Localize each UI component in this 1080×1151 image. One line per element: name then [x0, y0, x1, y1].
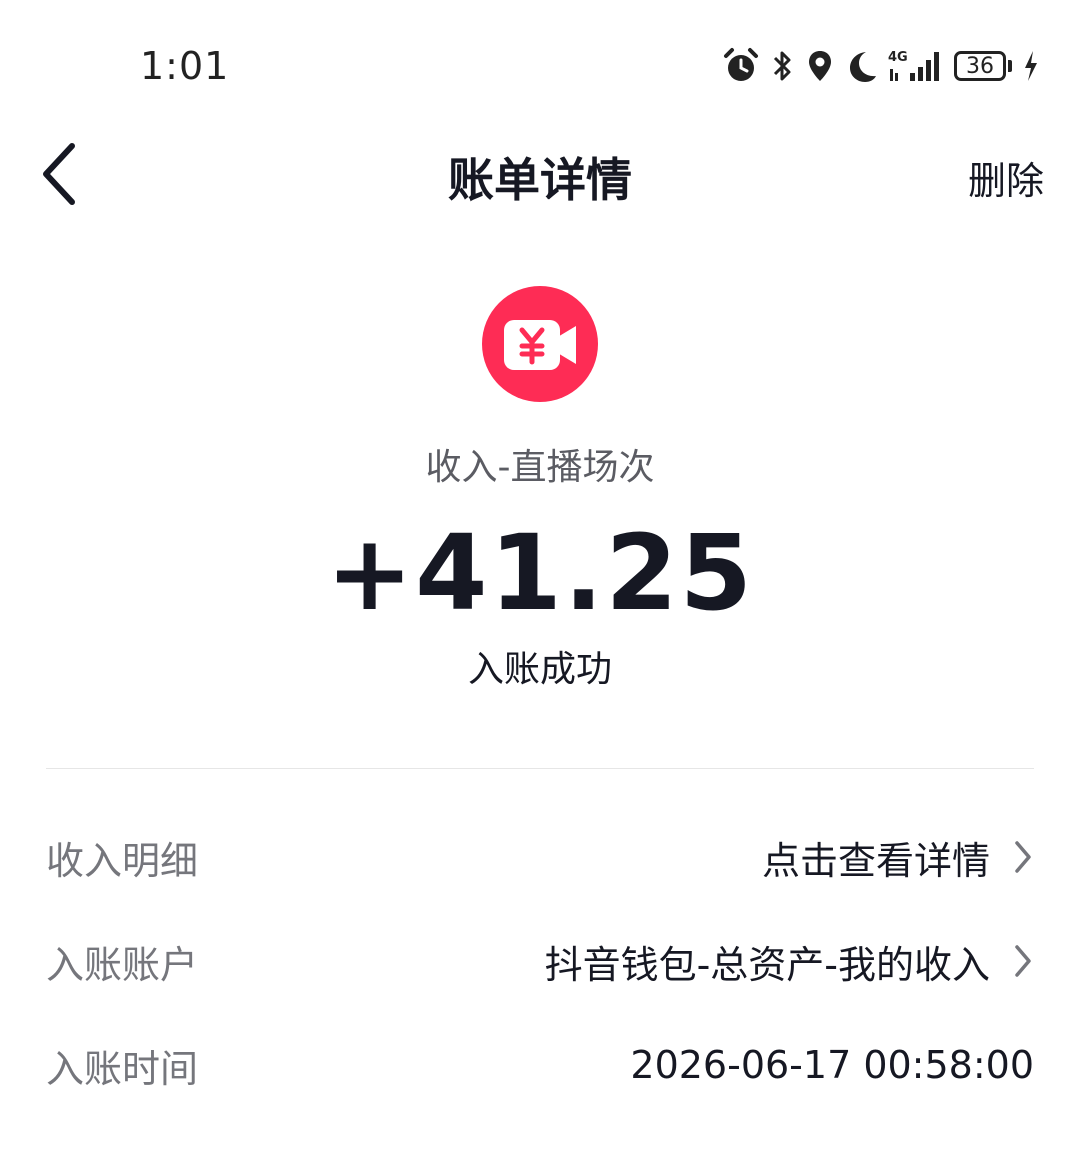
- status-icons: 4G 36: [722, 44, 1040, 88]
- battery-icon: 36: [954, 51, 1012, 81]
- delete-button[interactable]: 删除: [968, 150, 1044, 205]
- detail-row-time: 入账时间 2026-06-17 00:58:00: [46, 1025, 1034, 1105]
- alarm-icon: [722, 47, 760, 85]
- moon-icon: [844, 47, 878, 85]
- transaction-status: 入账成功: [467, 649, 612, 690]
- detail-row-income-breakdown[interactable]: 收入明细 点击查看详情: [46, 817, 1034, 897]
- nav-bar: 账单详情 删除: [0, 120, 1080, 230]
- status-time: 1:01: [140, 44, 230, 88]
- charging-icon: [1022, 47, 1040, 85]
- view-details-link[interactable]: 点击查看详情: [762, 830, 990, 885]
- live-video-yuan-icon: [482, 286, 598, 402]
- row-value: 2026-06-17 00:58:00: [630, 1043, 1034, 1087]
- detail-row-account[interactable]: 入账账户 抖音钱包-总资产-我的收入: [46, 921, 1034, 1001]
- transaction-category: 收入-直播场次: [425, 447, 655, 488]
- transaction-amount: +41.25: [325, 512, 755, 634]
- account-value[interactable]: 抖音钱包-总资产-我的收入: [545, 934, 990, 989]
- chevron-right-icon: [1012, 839, 1034, 875]
- row-value: 抖音钱包-总资产-我的收入: [545, 934, 1034, 989]
- divider: [46, 768, 1034, 769]
- bluetooth-icon: [770, 47, 796, 85]
- battery-level: 36: [954, 51, 1006, 81]
- row-label: 入账时间: [46, 1046, 199, 1091]
- row-label: 入账账户: [46, 942, 199, 987]
- row-label: 收入明细: [46, 838, 199, 883]
- page-title: 账单详情: [448, 153, 632, 207]
- chevron-right-icon: [1012, 943, 1034, 979]
- network-type-label: 4G: [888, 50, 908, 65]
- location-icon: [806, 47, 834, 85]
- signal-icon: 4G: [888, 47, 944, 85]
- row-value: 点击查看详情: [762, 830, 1034, 885]
- status-bar: 1:01 4G 36: [0, 0, 1080, 130]
